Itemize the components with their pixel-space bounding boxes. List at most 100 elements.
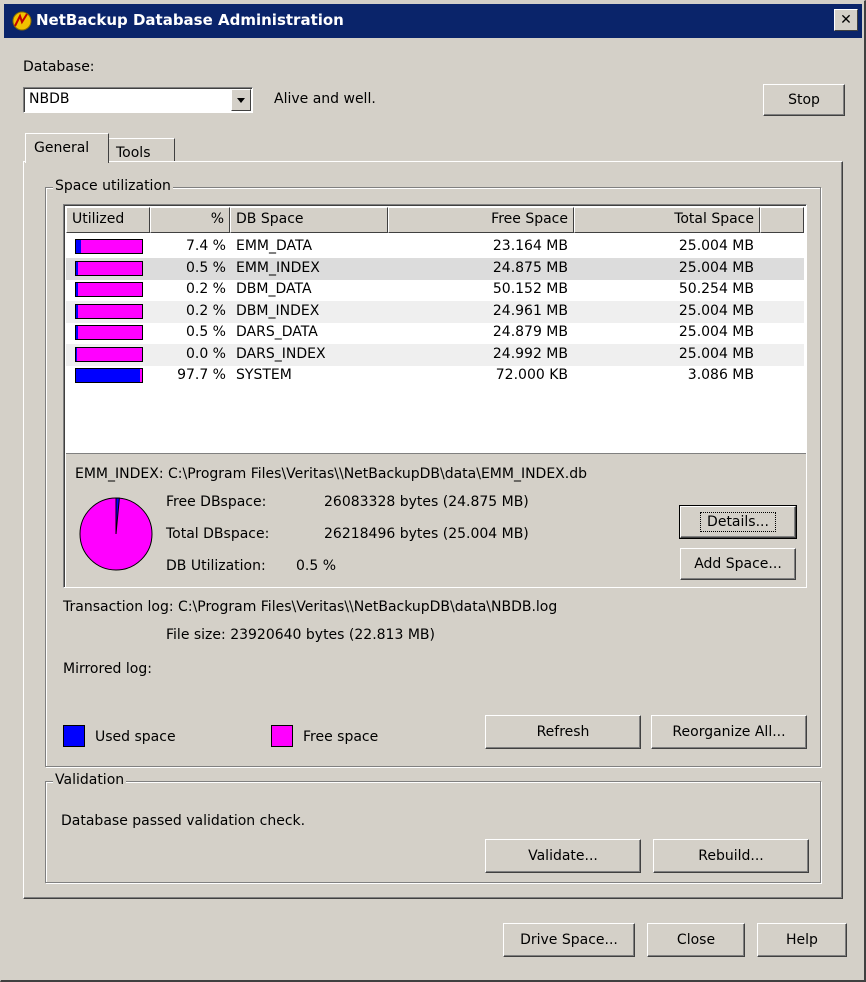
column-free-space-label: Free Space — [491, 211, 568, 227]
db-space-cell: DARS_DATA — [236, 324, 318, 340]
column-db-space[interactable]: DB Space — [230, 207, 388, 233]
utilization-bar-used — [76, 283, 78, 296]
add-space-button[interactable]: Add Space... — [680, 548, 796, 580]
tab-general[interactable]: General — [25, 133, 109, 163]
db-space-cell: SYSTEM — [236, 367, 292, 383]
database-label: Database: — [23, 59, 95, 75]
utilization-bar-used — [76, 347, 78, 361]
utilization-bar — [75, 346, 143, 362]
list-item[interactable]: 97.7 % SYSTEM 72.000 KB 3.086 MB — [66, 365, 804, 387]
column-free-space[interactable]: Free Space — [388, 207, 574, 233]
free-space-swatch — [271, 725, 293, 747]
free-dbspace-label: Free DBspace: — [166, 494, 267, 510]
close-icon[interactable]: ✕ — [834, 9, 858, 31]
list-item[interactable]: 0.2 % DBM_DATA 50.152 MB 50.254 MB — [66, 279, 804, 301]
close-button[interactable]: Close — [647, 923, 745, 957]
utilization-bar — [75, 239, 143, 254]
drive-space-button-label: Drive Space... — [520, 932, 618, 948]
total-space-cell: 25.004 MB — [678, 259, 754, 276]
list-item[interactable]: 0.2 % DBM_INDEX 24.961 MB 25.004 MB — [66, 300, 804, 323]
free-space-legend-label: Free space — [303, 729, 379, 745]
rebuild-button[interactable]: Rebuild... — [653, 839, 809, 873]
tab-tools[interactable]: Tools — [107, 138, 175, 162]
validate-button[interactable]: Validate... — [485, 839, 641, 873]
mirrored-log-label: Mirrored log: — [63, 661, 152, 677]
column-utilized-label: Utilized — [72, 211, 125, 227]
title-bar[interactable]: NetBackup Database Administration ✕ — [4, 4, 862, 38]
chevron-down-icon[interactable] — [231, 89, 251, 111]
total-dbspace-label: Total DBspace: — [166, 526, 270, 542]
db-utilization-label: DB Utilization: — [166, 558, 266, 574]
database-status: Alive and well. — [274, 91, 376, 107]
total-dbspace-value: 26218496 bytes (25.004 MB) — [324, 526, 529, 542]
free-dbspace-value: 26083328 bytes (24.875 MB) — [324, 494, 529, 510]
utilization-pie-chart — [79, 497, 153, 571]
details-button-label: Details... — [700, 512, 776, 532]
db-space-cell: DBM_INDEX — [236, 302, 320, 319]
stop-button-label: Stop — [788, 92, 820, 108]
free-space-cell: 23.164 MB — [492, 238, 568, 254]
refresh-button-label: Refresh — [536, 724, 590, 740]
dialog-window: NetBackup Database Administration ✕ Data… — [0, 0, 866, 982]
add-space-button-label: Add Space... — [694, 556, 782, 572]
transaction-log-size: File size: 23920640 bytes (22.813 MB) — [166, 627, 435, 643]
percent-cell: 0.0 % — [185, 345, 226, 362]
column-percent-label: % — [210, 211, 224, 227]
utilization-bar — [75, 325, 143, 340]
dbspace-detail-panel: EMM_INDEX: C:\Program Files\Veritas\\Net… — [66, 453, 806, 587]
details-button[interactable]: Details... — [679, 505, 797, 539]
list-item[interactable]: 0.5 % DARS_DATA 24.879 MB 25.004 MB — [66, 322, 804, 344]
refresh-button[interactable]: Refresh — [485, 715, 641, 749]
list-item[interactable]: 7.4 % EMM_DATA 23.164 MB 25.004 MB — [66, 236, 804, 258]
percent-cell: 0.2 % — [185, 302, 226, 319]
db-space-cell: DARS_INDEX — [236, 345, 326, 362]
column-percent[interactable]: % — [150, 207, 230, 233]
total-space-cell: 25.004 MB — [678, 238, 754, 254]
reorganize-all-button[interactable]: Reorganize All... — [651, 715, 807, 749]
total-space-cell: 3.086 MB — [687, 367, 754, 383]
utilization-bar-used — [76, 261, 78, 275]
list-item[interactable]: 0.0 % DARS_INDEX 24.992 MB 25.004 MB — [66, 343, 804, 366]
db-space-cell: EMM_INDEX — [236, 259, 320, 276]
rebuild-button-label: Rebuild... — [698, 848, 764, 864]
database-select[interactable]: NBDB — [23, 87, 253, 113]
tab-tools-label: Tools — [116, 145, 151, 161]
percent-cell: 7.4 % — [185, 238, 226, 254]
database-select-value: NBDB — [29, 91, 70, 107]
utilization-bar-used — [76, 369, 141, 382]
used-space-legend-label: Used space — [95, 729, 176, 745]
utilization-bar — [75, 260, 143, 276]
netbackup-app-icon — [12, 11, 32, 31]
help-button[interactable]: Help — [757, 923, 847, 957]
free-space-cell: 24.992 MB — [492, 345, 568, 362]
percent-cell: 0.5 % — [185, 259, 226, 276]
detail-path: EMM_INDEX: C:\Program Files\Veritas\\Net… — [75, 466, 587, 482]
free-space-cell: 50.152 MB — [492, 281, 568, 297]
close-button-label: Close — [676, 932, 716, 948]
utilization-bar-used — [76, 326, 78, 339]
db-utilization-value: 0.5 % — [296, 558, 337, 574]
column-total-space[interactable]: Total Space — [574, 207, 760, 233]
utilization-bar-used — [76, 304, 78, 318]
tab-general-label: General — [34, 140, 90, 156]
used-space-swatch — [63, 725, 85, 747]
total-space-cell: 25.004 MB — [678, 345, 754, 362]
stop-button[interactable]: Stop — [763, 84, 845, 116]
utilization-bar-used — [76, 240, 81, 253]
validation-label: Validation — [53, 772, 127, 788]
window-title: NetBackup Database Administration — [36, 11, 344, 29]
percent-cell: 0.2 % — [185, 281, 226, 297]
column-utilized[interactable]: Utilized — [66, 207, 150, 233]
list-header: Utilized % DB Space Free Space Total Spa… — [66, 207, 804, 233]
percent-cell: 97.7 % — [177, 367, 226, 383]
total-space-cell: 50.254 MB — [678, 281, 754, 297]
free-space-cell: 24.875 MB — [492, 259, 568, 276]
drive-space-button[interactable]: Drive Space... — [503, 923, 635, 957]
utilization-bar — [75, 282, 143, 297]
utilization-bar — [75, 368, 143, 383]
list-item[interactable]: 0.5 % EMM_INDEX 24.875 MB 25.004 MB — [66, 257, 804, 280]
transaction-log-path: Transaction log: C:\Program Files\Verita… — [63, 599, 558, 615]
db-space-cell: DBM_DATA — [236, 281, 312, 297]
dbspace-list[interactable]: Utilized % DB Space Free Space Total Spa… — [63, 204, 807, 588]
free-space-cell: 24.961 MB — [492, 302, 568, 319]
